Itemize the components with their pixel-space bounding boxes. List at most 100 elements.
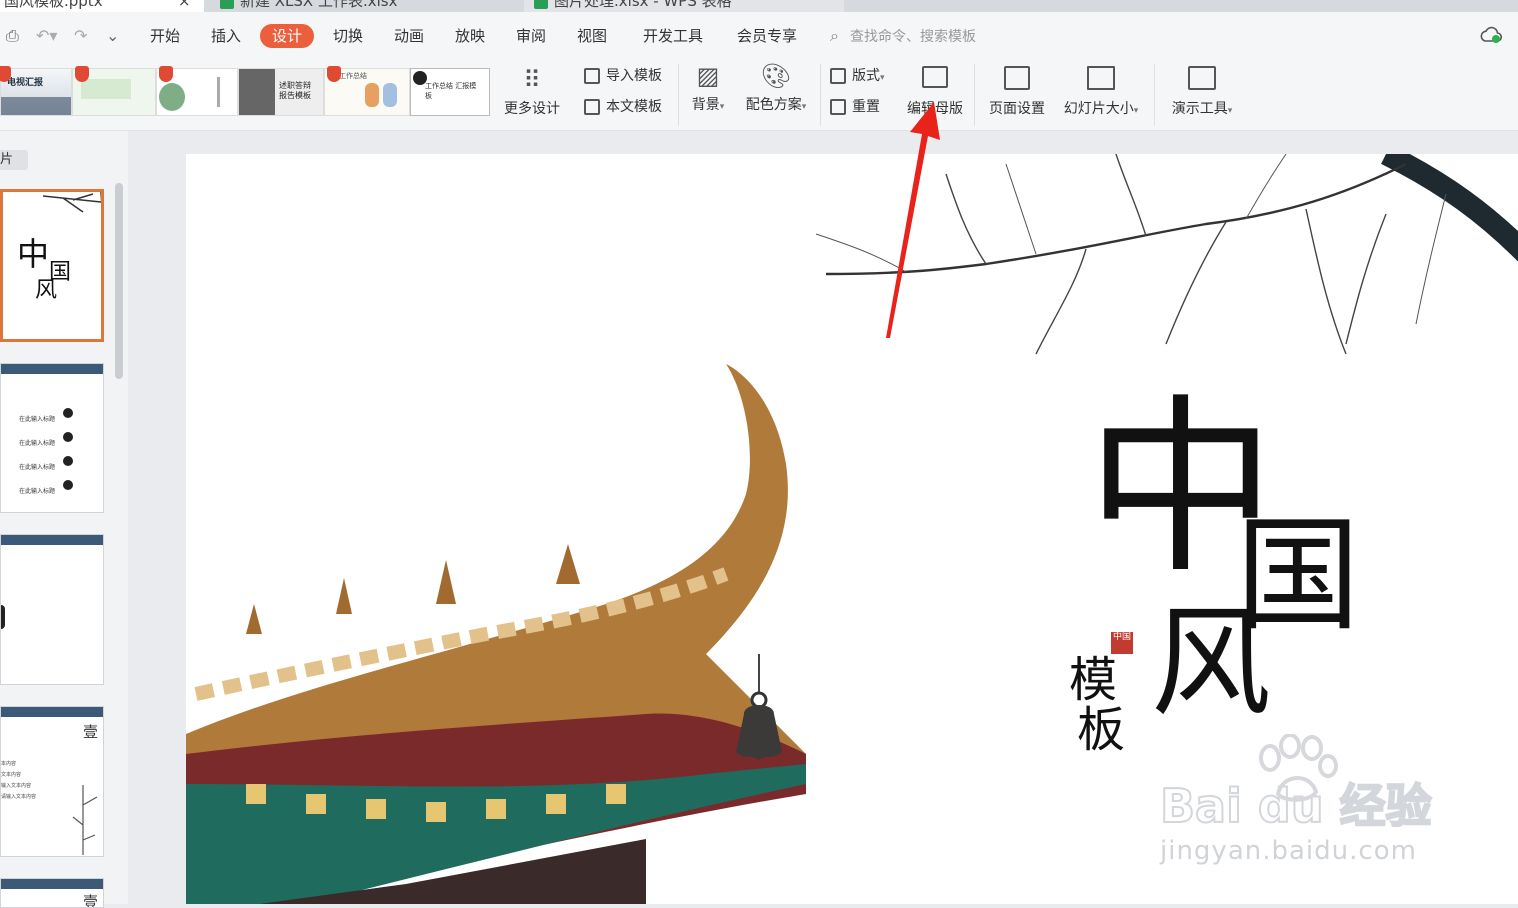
layout-icon — [830, 68, 846, 84]
more-design-label: 更多设计 — [504, 101, 560, 117]
grid-icon: ⠿ — [523, 66, 541, 94]
premium-badge-icon — [75, 66, 89, 82]
thumb-text-line: 在此输入标题 — [19, 416, 56, 423]
menu-animation[interactable]: 动画 — [392, 24, 426, 48]
presentation-tools-button[interactable]: 演示工具▾ — [1162, 66, 1242, 118]
import-template-button[interactable]: 导入模板 — [584, 66, 662, 86]
document-tab-label: 图片处理.xlsx - WPS 表格 — [554, 0, 732, 10]
document-tab-active[interactable]: 国风模板.pptx × — [0, 0, 204, 12]
ribbon-separator — [1154, 64, 1155, 126]
thumb-text-line: 本内容 — [1, 761, 17, 767]
spreadsheet-icon — [220, 0, 234, 9]
more-design-button[interactable]: ⠿ 更多设计 — [500, 66, 564, 118]
thumb-header-band — [1, 879, 103, 889]
slide-thumbnail-4[interactable]: 壹 本内容 文本内容 输入文本内容 请输入文本内容 — [0, 706, 104, 857]
thumb-header-band — [1, 535, 103, 545]
document-tab-label: 国风模板.pptx — [4, 0, 103, 10]
thumb-text-line: 在此输入标题 — [19, 488, 56, 495]
subtitle-char-mo: 模 — [1069, 652, 1118, 708]
text-template-label: 本文模板 — [606, 99, 662, 115]
command-search-input[interactable]: 查找命令、搜索模板 — [850, 27, 976, 47]
ribbon-separator — [678, 64, 679, 126]
import-template-label: 导入模板 — [606, 68, 662, 84]
quick-access-dropdown-icon[interactable]: ⌄ — [106, 26, 119, 46]
import-template-icon — [584, 68, 600, 84]
undo-icon[interactable]: ↶▾ — [36, 26, 57, 46]
menu-insert[interactable]: 插入 — [209, 24, 243, 48]
redo-icon[interactable]: ↷ — [74, 26, 87, 46]
menu-start[interactable]: 开始 — [148, 24, 182, 48]
dropdown-arrow-icon: ▾ — [880, 73, 885, 83]
menu-member[interactable]: 会员专享 — [735, 24, 799, 48]
watermark-url: jingyan.baidu.com — [1160, 836, 1417, 866]
template-thumbnail[interactable]: 工作总结 汇报模板 — [410, 68, 490, 116]
reset-icon — [830, 99, 846, 115]
page-setup-icon — [1004, 66, 1030, 90]
slide-size-icon — [1087, 66, 1115, 90]
document-tab[interactable]: 图片处理.xlsx - WPS 表格 — [524, 0, 844, 12]
slide-thumbnail-2[interactable]: 在此输入标题 在此输入标题 在此输入标题 在此输入标题 — [0, 363, 104, 513]
red-seal-stamp: 中国 — [1111, 632, 1133, 654]
subtitle-char-ban: 板 — [1077, 702, 1126, 758]
slide-size-button[interactable]: 幻灯片大小▾ — [1056, 66, 1146, 118]
thumb-header-band — [1, 364, 103, 374]
menu-transition[interactable]: 切换 — [331, 24, 365, 48]
page-setup-label: 页面设置 — [989, 101, 1045, 117]
document-tab[interactable]: 新建 XLSX 工作表.xlsx — [210, 0, 520, 12]
thumb-text-line: 输入文本内容 — [1, 783, 32, 789]
branch-decoration — [42, 192, 101, 213]
ribbon-separator — [820, 64, 821, 126]
menu-design[interactable]: 设计 — [260, 24, 315, 48]
document-tab-strip: 国风模板.pptx × 新建 XLSX 工作表.xlsx 图片处理.xlsx -… — [0, 0, 1518, 12]
annotation-arrow — [886, 102, 940, 338]
template-thumbnail-caption: 电视汇报 — [7, 78, 44, 88]
premium-badge-icon — [159, 66, 173, 82]
thumb-text-line: 在此输入标题 — [19, 464, 56, 471]
print-preview-icon[interactable]: ⎙ — [6, 26, 19, 46]
template-thumbnail-caption: 工作总结 汇报模板 — [425, 82, 477, 100]
title-char-feng: 风 — [1151, 594, 1271, 733]
thumb-text-line: 请输入文本内容 — [1, 794, 37, 800]
bamboo-decoration — [72, 785, 98, 855]
premium-badge-icon — [327, 66, 341, 82]
document-tab-label: 新建 XLSX 工作表.xlsx — [240, 0, 398, 10]
edit-master-icon — [922, 66, 948, 88]
close-tab-icon[interactable]: × — [178, 0, 191, 12]
ribbon-separator — [974, 64, 975, 126]
template-thumbnail[interactable]: 述职答辩 报告模板 — [238, 68, 324, 116]
background-icon: ▨ — [696, 62, 720, 90]
slides-pane-tab[interactable]: 片 — [0, 150, 28, 170]
text-template-icon — [584, 99, 600, 115]
menu-view[interactable]: 视图 — [575, 24, 609, 48]
page-setup-button[interactable]: 页面设置 — [984, 66, 1050, 118]
background-label: 背景 — [691, 97, 720, 113]
search-icon: ⌕ — [830, 26, 839, 45]
slide-thumbnail-1[interactable]: 中 国 风 — [0, 189, 104, 342]
text-template-button[interactable]: 本文模板 — [584, 97, 662, 117]
slide-size-label: 幻灯片大小 — [1063, 101, 1134, 117]
seal-text: 中国 — [1112, 632, 1131, 642]
template-thumbnail-caption: 工作总结 — [339, 72, 367, 80]
wind-bell-image — [736, 654, 782, 760]
presentation-tools-icon — [1188, 66, 1216, 90]
presentation-tools-label: 演示工具 — [1171, 101, 1228, 117]
background-button[interactable]: ▨ 背景▾ — [686, 62, 730, 114]
thumb-corner-char: 壹 — [83, 893, 99, 908]
color-scheme-button[interactable]: 🎨︎ 配色方案▾ — [740, 62, 812, 114]
menu-developer-tools[interactable]: 开发工具 — [641, 24, 705, 48]
layout-button[interactable]: 版式▾ — [830, 66, 885, 88]
thumbnail-scrollbar[interactable] — [115, 183, 123, 379]
dropdown-arrow-icon: ▾ — [1227, 106, 1233, 116]
thumb-text-line: 在此输入标题 — [19, 440, 56, 447]
baidu-watermark: Bai du 经验 jingyan.baidu.com — [1159, 734, 1433, 866]
thumb-text-line: 文本内容 — [1, 772, 22, 778]
thumb-header-band — [1, 707, 103, 717]
slide-thumbnail-3[interactable] — [0, 534, 104, 685]
menu-slideshow[interactable]: 放映 — [453, 24, 487, 48]
thumb-corner-char: 壹 — [83, 723, 99, 741]
chinese-roof-eave-image — [186, 364, 806, 904]
paw-logo — [1259, 734, 1338, 802]
dropdown-arrow-icon: ▾ — [1133, 106, 1139, 116]
menu-review[interactable]: 审阅 — [514, 24, 548, 48]
cloud-sync-icon[interactable] — [1480, 26, 1503, 44]
